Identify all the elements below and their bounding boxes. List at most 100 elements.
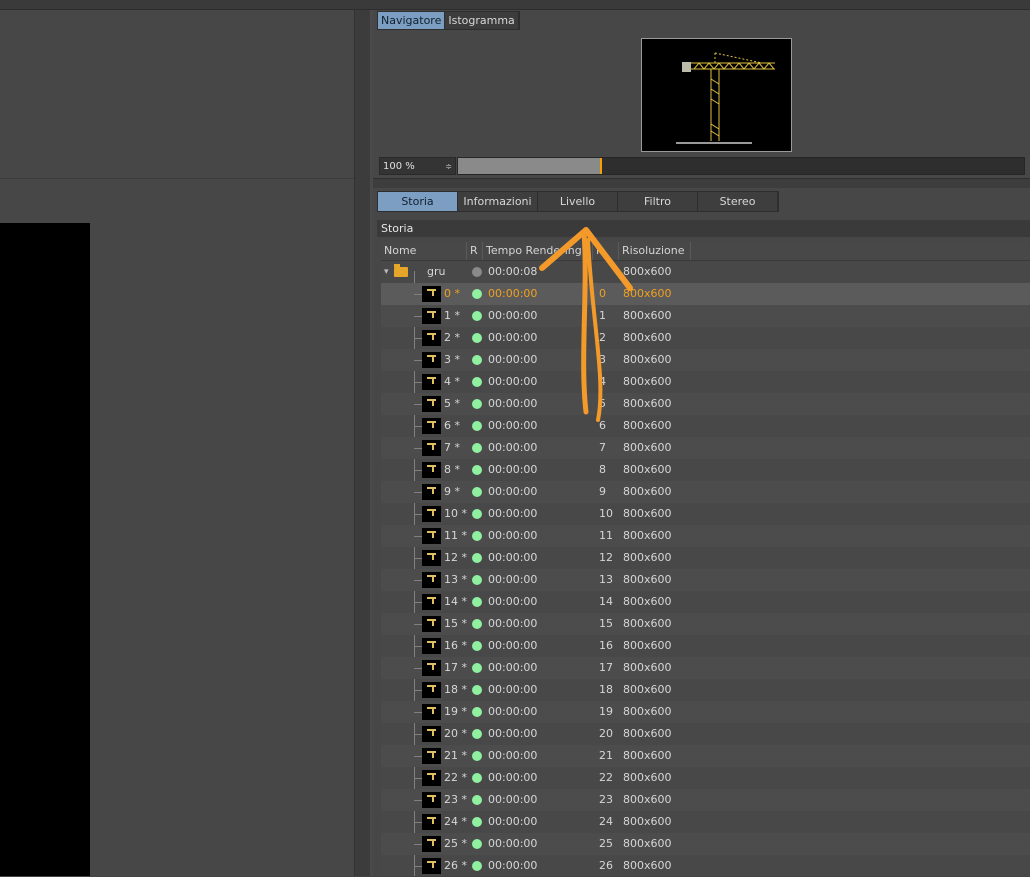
zoom-stepper-icon[interactable]: ≑	[445, 158, 452, 176]
render-thumbnail-icon	[422, 550, 441, 566]
table-row[interactable]: 19 * 00:00:00 19 800x600	[381, 701, 1030, 723]
tree-branch	[414, 844, 422, 845]
tab-navigatore[interactable]: Navigatore	[378, 12, 446, 29]
table-row[interactable]: 1 * 00:00:00 1 800x600	[381, 305, 1030, 327]
status-dot-icon	[472, 839, 482, 849]
row-time: 00:00:00	[488, 529, 538, 542]
history-tabs: Storia Informazioni Livello Filtro Stere…	[377, 191, 779, 212]
tree-branch	[414, 602, 422, 603]
tab-storia[interactable]: Storia	[378, 192, 458, 211]
row-resolution: 800x600	[623, 595, 672, 608]
status-dot-icon	[472, 795, 482, 805]
tab-informazioni[interactable]: Informazioni	[458, 192, 538, 211]
top-bar	[0, 0, 1030, 10]
column-header-name[interactable]: Nome	[381, 242, 467, 260]
tab-istogramma[interactable]: Istogramma	[445, 12, 519, 29]
row-name: 23 *	[444, 793, 467, 806]
row-resolution: 800x600	[623, 727, 672, 740]
column-header-resolution[interactable]: Risoluzione	[619, 242, 691, 260]
status-dot-icon	[472, 861, 482, 871]
row-frame: 17	[599, 661, 613, 674]
history-panel: Storia Informazioni Livello Filtro Stere…	[373, 188, 1030, 876]
row-resolution: 800x600	[623, 309, 672, 322]
tree-branch	[414, 866, 422, 867]
table-row-group[interactable]: ▾ gru 00:00:08 800x600	[381, 261, 1030, 283]
render-thumbnail-icon	[422, 572, 441, 588]
collapse-arrow-icon[interactable]: ▾	[384, 261, 389, 283]
zoom-input[interactable]: 100 % ≑	[379, 157, 456, 175]
render-thumbnail-icon	[422, 440, 441, 456]
tree-branch	[414, 470, 422, 471]
table-row[interactable]: 8 * 00:00:00 8 800x600	[381, 459, 1030, 481]
status-dot-icon	[472, 575, 482, 585]
table-row[interactable]: 21 * 00:00:00 21 800x600	[381, 745, 1030, 767]
table-row[interactable]: 3 * 00:00:00 3 800x600	[381, 349, 1030, 371]
table-row[interactable]: 0 * 00:00:00 0 800x600	[381, 283, 1030, 305]
column-header-time[interactable]: Tempo Rendering	[483, 242, 593, 260]
navigator-preview[interactable]	[641, 38, 792, 152]
render-thumbnail-icon	[422, 418, 441, 434]
tree-branch	[414, 756, 422, 757]
tree-branch	[414, 646, 422, 647]
table-row[interactable]: 12 * 00:00:00 12 800x600	[381, 547, 1030, 569]
table-row[interactable]: 26 * 00:00:00 26 800x600	[381, 855, 1030, 877]
table-row[interactable]: 6 * 00:00:00 6 800x600	[381, 415, 1030, 437]
row-name: 7 *	[444, 441, 460, 454]
table-header: Nome R Tempo Rendering F Risoluzione	[381, 242, 1030, 261]
status-dot-icon	[472, 531, 482, 541]
table-row[interactable]: 4 * 00:00:00 4 800x600	[381, 371, 1030, 393]
row-resolution: 800x600	[623, 705, 672, 718]
table-row[interactable]: 11 * 00:00:00 11 800x600	[381, 525, 1030, 547]
table-row[interactable]: 7 * 00:00:00 7 800x600	[381, 437, 1030, 459]
row-resolution: 800x600	[623, 419, 672, 432]
zoom-value: 100 %	[383, 161, 415, 172]
render-thumbnail-icon	[422, 330, 441, 346]
tab-filtro[interactable]: Filtro	[618, 192, 698, 211]
table-row[interactable]: 16 * 00:00:00 16 800x600	[381, 635, 1030, 657]
table-row[interactable]: 25 * 00:00:00 25 800x600	[381, 833, 1030, 855]
table-row[interactable]: 18 * 00:00:00 18 800x600	[381, 679, 1030, 701]
render-thumbnail-icon	[422, 308, 441, 324]
table-row[interactable]: 2 * 00:00:00 2 800x600	[381, 327, 1030, 349]
folder-icon	[394, 264, 408, 277]
render-thumbnail-icon	[422, 748, 441, 764]
table-row[interactable]: 20 * 00:00:00 20 800x600	[381, 723, 1030, 745]
row-resolution: 800x600	[623, 507, 672, 520]
zoom-slider-handle[interactable]	[600, 158, 602, 174]
tree-branch	[414, 624, 422, 625]
status-dot-icon	[472, 443, 482, 453]
row-resolution: 800x600	[623, 639, 672, 652]
table-row[interactable]: 17 * 00:00:00 17 800x600	[381, 657, 1030, 679]
tree-branch	[414, 668, 422, 669]
viewer-upper-area	[0, 10, 354, 178]
table-row[interactable]: 5 * 00:00:00 5 800x600	[381, 393, 1030, 415]
table-row[interactable]: 22 * 00:00:00 22 800x600	[381, 767, 1030, 789]
tree-branch	[414, 822, 422, 823]
table-row[interactable]: 23 * 00:00:00 23 800x600	[381, 789, 1030, 811]
row-time: 00:00:00	[488, 727, 538, 740]
column-header-f[interactable]: F	[593, 242, 619, 260]
tab-livello[interactable]: Livello	[538, 192, 618, 211]
column-header-r[interactable]: R	[467, 242, 483, 260]
render-thumbnail-icon	[422, 792, 441, 808]
status-dot-icon	[472, 465, 482, 475]
row-frame: 14	[599, 595, 613, 608]
render-thumbnail-icon	[422, 616, 441, 632]
table-row[interactable]: 10 * 00:00:00 10 800x600	[381, 503, 1030, 525]
tab-stereo[interactable]: Stereo	[698, 192, 778, 211]
row-name: 10 *	[444, 507, 467, 520]
tree-branch	[414, 712, 422, 713]
zoom-slider[interactable]	[457, 157, 1025, 175]
panel-splitter[interactable]	[354, 10, 371, 876]
render-thumbnail-icon	[422, 374, 441, 390]
row-frame: 22	[599, 771, 613, 784]
table-row[interactable]: 9 * 00:00:00 9 800x600	[381, 481, 1030, 503]
row-frame: 25	[599, 837, 613, 850]
table-row[interactable]: 13 * 00:00:00 13 800x600	[381, 569, 1030, 591]
table-row[interactable]: 15 * 00:00:00 15 800x600	[381, 613, 1030, 635]
status-dot-icon	[472, 399, 482, 409]
table-row[interactable]: 14 * 00:00:00 14 800x600	[381, 591, 1030, 613]
row-resolution: 800x600	[623, 551, 672, 564]
table-row[interactable]: 24 * 00:00:00 24 800x600	[381, 811, 1030, 833]
render-thumbnail-icon	[422, 858, 441, 874]
